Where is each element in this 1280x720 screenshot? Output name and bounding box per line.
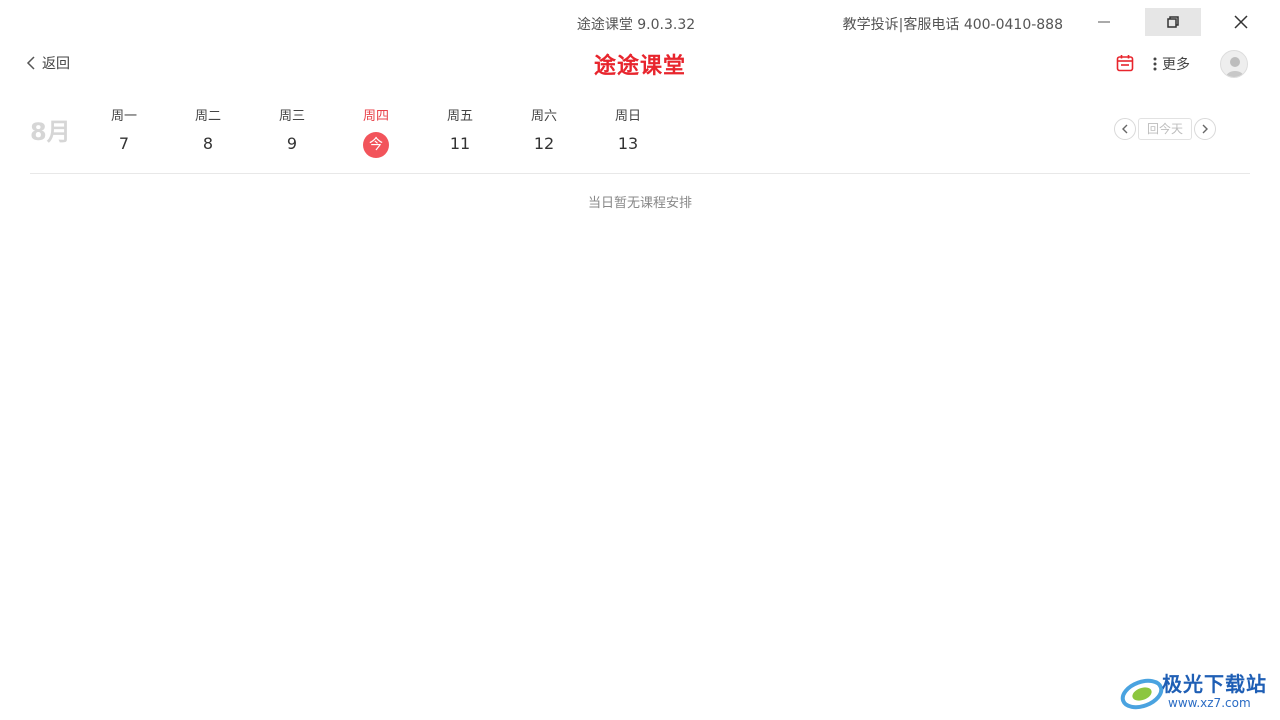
day-sat[interactable]: 周六 12 xyxy=(502,108,586,157)
date-number: 12 xyxy=(533,134,555,153)
today-badge: 今 xyxy=(363,132,389,158)
watermark-logo-icon xyxy=(1120,678,1164,710)
watermark-name: 极光下载站 xyxy=(1162,672,1267,696)
minimize-button[interactable] xyxy=(1076,8,1132,36)
close-button[interactable] xyxy=(1213,8,1269,36)
chevron-left-icon xyxy=(1122,124,1128,134)
day-tue[interactable]: 周二 8 xyxy=(166,108,250,157)
restore-button[interactable] xyxy=(1145,8,1201,36)
month-label: 8月 xyxy=(30,118,71,146)
watermark: 极光下载站 www.xz7.com xyxy=(1118,668,1278,716)
week-days: 周一 7 周二 8 周三 9 周四 今 周五 11 周六 12 周日 13 xyxy=(82,108,670,158)
support-info: 教学投诉|客服电话 400-0410-888 xyxy=(842,17,1063,33)
weekday-label: 周日 xyxy=(614,109,641,124)
minimize-icon xyxy=(1098,21,1110,23)
next-week-button[interactable] xyxy=(1194,118,1217,140)
watermark-url: www.xz7.com xyxy=(1168,696,1251,710)
back-to-today-button[interactable]: 回今天 xyxy=(1138,118,1193,140)
weekday-label: 周三 xyxy=(278,109,305,124)
empty-schedule-message: 当日暂无课程安排 xyxy=(587,196,692,211)
date-number: 7 xyxy=(118,134,130,153)
date-number: 13 xyxy=(617,134,639,153)
weekday-label: 周二 xyxy=(194,109,221,124)
day-wed[interactable]: 周三 9 xyxy=(250,108,334,157)
title-bar: 途途课堂 9.0.3.32 教学投诉|客服电话 400-0410-888 xyxy=(0,0,1280,44)
calendar-icon xyxy=(1116,55,1134,72)
day-mon[interactable]: 周一 7 xyxy=(82,108,166,157)
day-thu-today[interactable]: 周四 今 xyxy=(334,108,418,158)
close-icon xyxy=(1234,15,1248,29)
weekday-label: 周六 xyxy=(530,109,557,124)
more-vertical-icon xyxy=(1153,57,1157,71)
weekday-label: 周一 xyxy=(110,109,137,124)
prev-week-button[interactable] xyxy=(1114,118,1136,140)
day-sun[interactable]: 周日 13 xyxy=(586,108,670,157)
more-label: 更多 xyxy=(1162,57,1190,73)
week-navigation: 回今天 xyxy=(1114,118,1217,140)
restore-icon xyxy=(1167,16,1179,28)
weekday-label: 周四 xyxy=(362,109,389,124)
calendar-button[interactable] xyxy=(1115,53,1135,73)
day-fri[interactable]: 周五 11 xyxy=(418,108,502,157)
page-header: 返回 途途课堂 更多 xyxy=(0,44,1280,84)
divider xyxy=(30,173,1250,174)
more-button[interactable]: 更多 xyxy=(1152,54,1190,74)
weekday-label: 周五 xyxy=(446,109,473,124)
app-logo: 途途课堂 xyxy=(593,54,686,79)
date-number: 8 xyxy=(202,134,214,153)
chevron-right-icon xyxy=(1202,124,1209,134)
date-number: 11 xyxy=(449,134,471,153)
date-number: 9 xyxy=(286,134,298,153)
user-avatar[interactable] xyxy=(1220,50,1248,78)
